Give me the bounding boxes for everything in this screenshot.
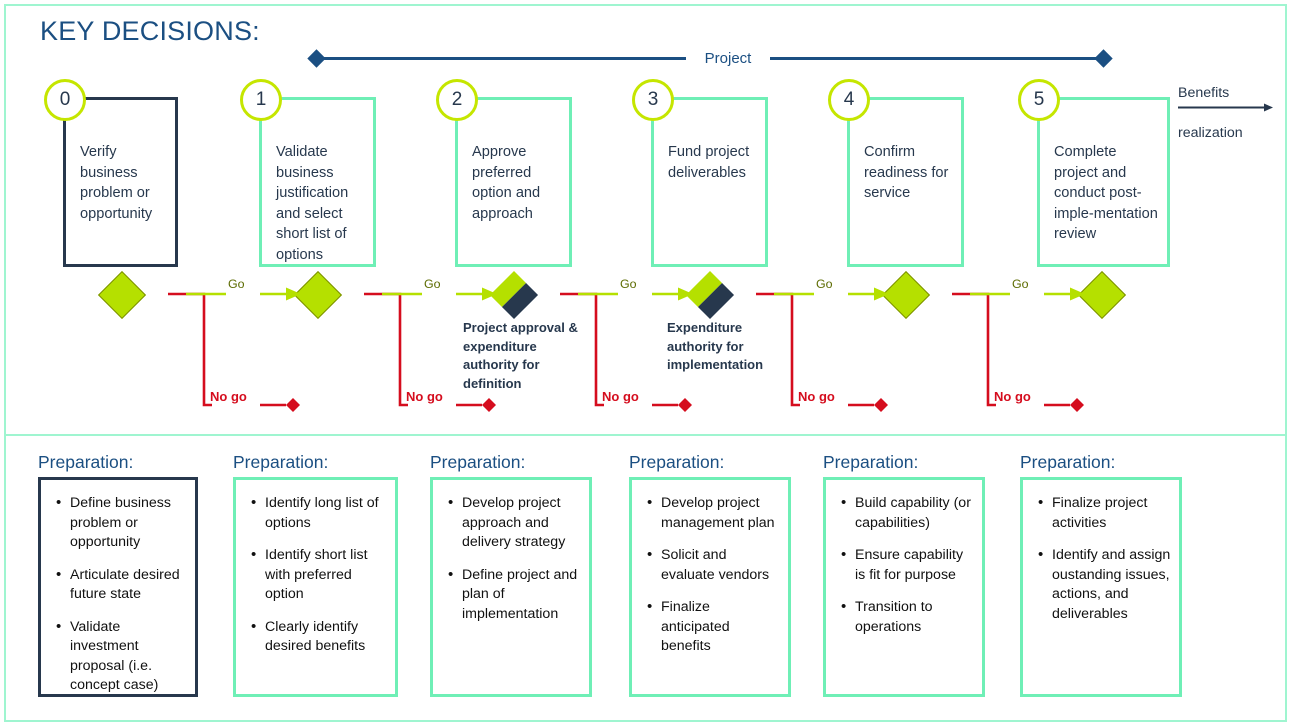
arrow-right-icon (1178, 103, 1273, 112)
stage-box-4-text: Confirm readiness for service (864, 144, 949, 201)
list-item: Develop project approach and delivery st… (448, 493, 581, 553)
preparation-heading-3: Preparation: (629, 452, 725, 472)
list-item: Define business problem or opportunity (56, 493, 187, 553)
list-item: Clearly identify desired benefits (251, 617, 387, 657)
preparation-heading-1: Preparation: (233, 452, 329, 472)
preparation-heading-2: Preparation: (430, 452, 526, 472)
list-item: Finalize anticipated benefits (647, 597, 780, 657)
stage-box-0-text: Verify business problem or opportunity (80, 144, 153, 222)
preparation-box-1[interactable]: Identify long list of options Identify sh… (233, 477, 398, 697)
stage-box-1[interactable]: Validate business justification and sele… (259, 97, 376, 267)
benefits-realization: Benefits realization (1178, 84, 1278, 142)
list-item: Build capability (or capabilities) (841, 493, 974, 533)
preparation-box-5[interactable]: Finalize project activities Identify and … (1020, 477, 1182, 697)
list-item: Identify short list with preferred optio… (251, 545, 387, 605)
list-item: Transition to operations (841, 597, 974, 637)
list-item: Articulate desired future state (56, 565, 187, 605)
stage-number-badge-2[interactable]: 2 (436, 79, 478, 121)
preparation-heading-0: Preparation: (38, 452, 134, 472)
preparation-box-2[interactable]: Develop project approach and delivery st… (430, 477, 592, 697)
stage-box-0[interactable]: Verify business problem or opportunity (63, 97, 178, 267)
project-span-line-left (318, 57, 686, 60)
stage-box-4[interactable]: Confirm readiness for service (847, 97, 964, 267)
list-item: Identify and assign oustanding issues, a… (1038, 545, 1171, 624)
stage-box-5[interactable]: Complete project and conduct post-imple-… (1037, 97, 1170, 267)
project-span-line-right (770, 57, 1102, 60)
stage-box-2[interactable]: Approve preferred option and approach (455, 97, 572, 267)
list-item: Validate investment proposal (i.e. conce… (56, 617, 187, 696)
stage-number-badge-0[interactable]: 0 (44, 79, 86, 121)
project-span-bar: Project (307, 48, 1113, 70)
preparation-box-4[interactable]: Build capability (or capabilities) Ensure… (823, 477, 985, 697)
stage-box-2-text: Approve preferred option and approach (472, 144, 541, 222)
stage-box-5-text: Complete project and conduct post-imple-… (1054, 144, 1158, 242)
project-span-label: Project (704, 50, 752, 67)
stage-number-badge-1[interactable]: 1 (240, 79, 282, 121)
list-item: Solicit and evaluate vendors (647, 545, 780, 585)
preparation-heading-5: Preparation: (1020, 452, 1116, 472)
list-item: Finalize project activities (1038, 493, 1171, 533)
stage-box-3[interactable]: Fund project deliverables (651, 97, 768, 267)
page-title: KEY DECISIONS: (40, 16, 260, 46)
preparation-box-0[interactable]: Define business problem or opportunity Ar… (38, 477, 198, 697)
stage-box-3-text: Fund project deliverables (668, 144, 750, 181)
preparation-heading-4: Preparation: (823, 452, 919, 472)
list-item: Ensure capability is fit for purpose (841, 545, 974, 585)
list-item: Develop project management plan (647, 493, 780, 533)
stage-number-badge-5[interactable]: 5 (1018, 79, 1060, 121)
stage-number-badge-3[interactable]: 3 (632, 79, 674, 121)
list-item: Identify long list of options (251, 493, 387, 533)
stage-box-1-text: Validate business justification and sele… (276, 144, 349, 263)
benefits-line2: realization (1178, 125, 1243, 141)
project-span-right-diamond-icon (1094, 49, 1113, 68)
list-item: Define project and plan of implementatio… (448, 565, 581, 625)
section-divider (6, 434, 1285, 436)
stage-number-badge-4[interactable]: 4 (828, 79, 870, 121)
benefits-line1: Benefits (1178, 85, 1230, 101)
preparation-box-3[interactable]: Develop project management plan Solicit a… (629, 477, 791, 697)
